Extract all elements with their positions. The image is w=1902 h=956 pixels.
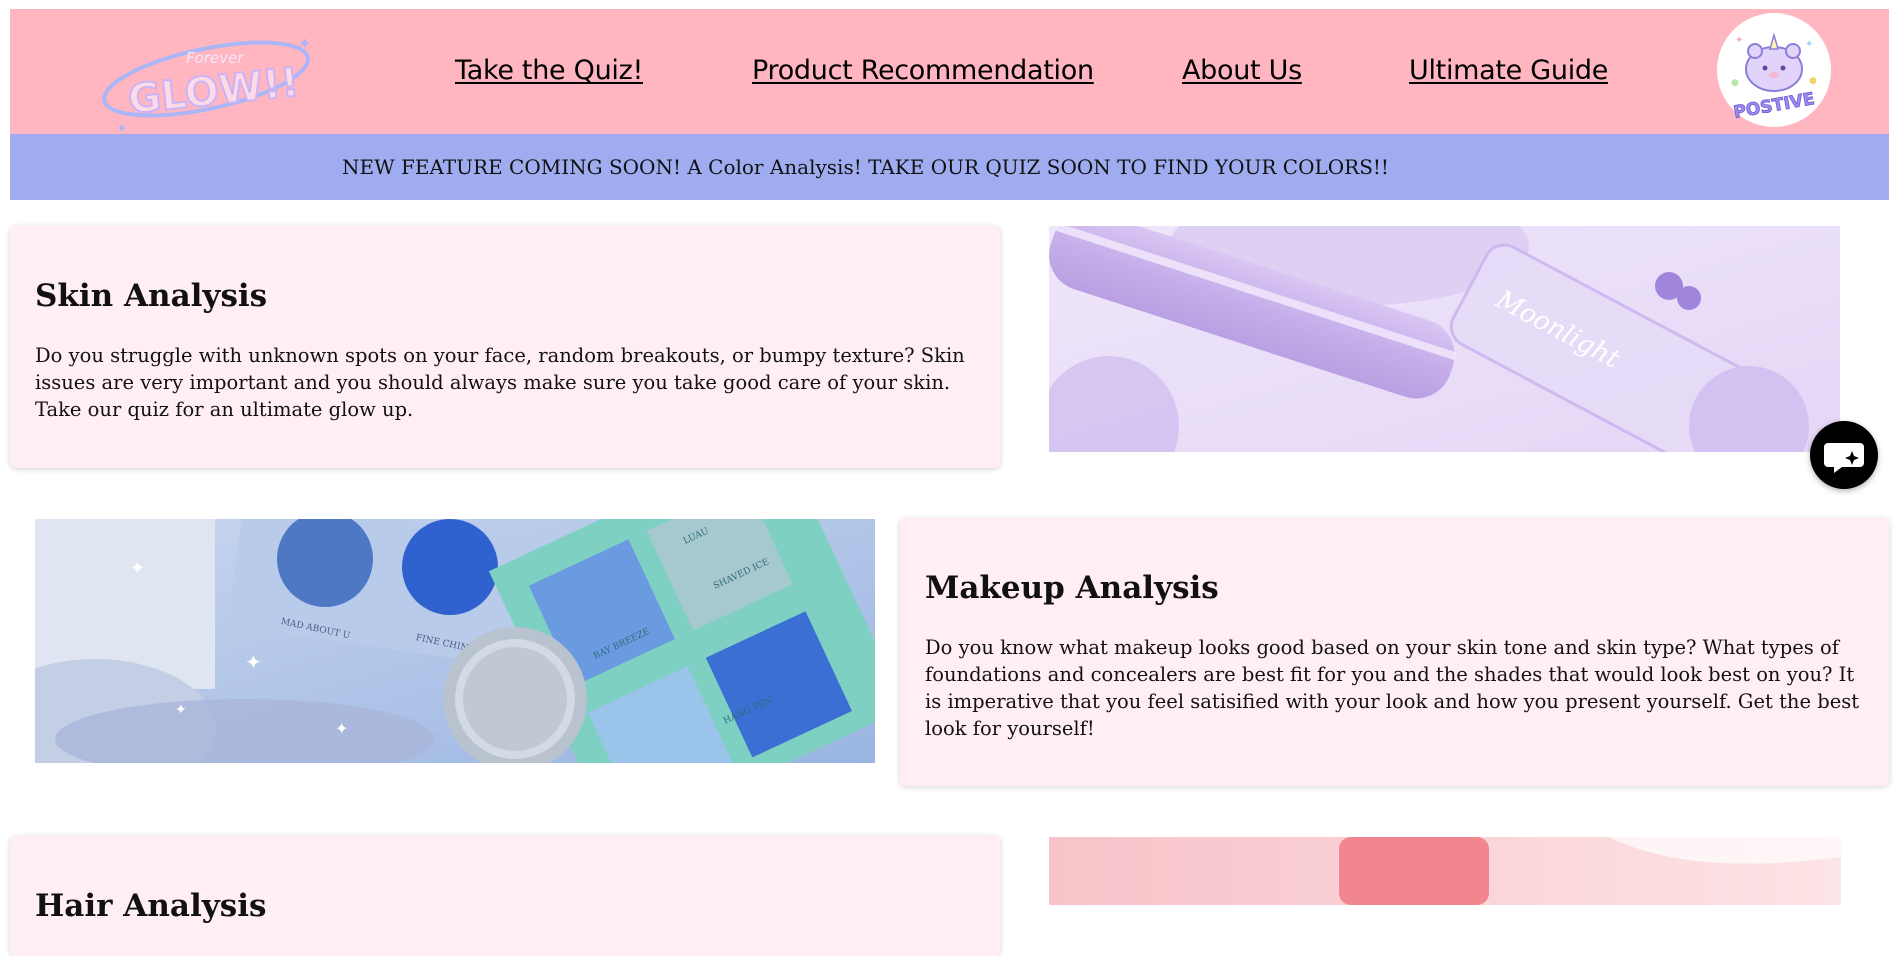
skin-analysis-title: Skin Analysis [35,278,268,314]
nav-about-us[interactable]: About Us [1182,55,1302,86]
hair-analysis-card: Hair Analysis [10,836,1000,956]
chat-button[interactable] [1810,421,1878,489]
makeup-analysis-text: Do you know what makeup looks good based… [925,636,1860,740]
nav-take-quiz[interactable]: Take the Quiz! [455,55,643,86]
svg-text:✦: ✦ [245,650,262,674]
announcement-text: NEW FEATURE COMING SOON! A Color Analysi… [342,155,1389,179]
lavender-cosmetics-image: Moonlight [1049,226,1840,452]
chat-bubble-sparkle-icon [1824,443,1864,473]
blue-eyeshadow-image: MAD ABOUT U FINE CHINA BAY BREEZE SHAVED… [35,519,875,763]
skin-analysis-text: Do you struggle with unknown spots on yo… [35,344,965,421]
postive-badge[interactable]: ✦ ✦ ● ● POSTIVE [1717,13,1831,127]
svg-text:✦: ✦ [335,719,348,738]
svg-text:✦: ✦ [1735,35,1743,46]
makeup-analysis-title: Makeup Analysis [925,570,1219,606]
hair-analysis-title: Hair Analysis [35,888,267,924]
svg-text:●: ● [1731,78,1739,88]
nav-product-recommendation[interactable]: Product Recommendation [752,55,1094,86]
svg-text:●: ● [1809,76,1817,86]
announcement-banner: NEW FEATURE COMING SOON! A Color Analysi… [10,134,1889,200]
main-nav: Take the Quiz! Product Recommendation Ab… [10,9,1889,134]
skin-analysis-card: Skin Analysis Do you struggle with unkno… [10,226,1000,468]
site-header: Forever GLOW!! ✦ ✦ Take the Quiz! Produc… [10,9,1889,137]
makeup-analysis-card: Makeup Analysis Do you know what makeup … [900,518,1889,786]
svg-text:✦: ✦ [1805,39,1813,50]
svg-text:✦: ✦ [130,558,145,579]
pink-product-image [1049,837,1841,905]
svg-text:✦: ✦ [175,702,187,718]
nav-ultimate-guide[interactable]: Ultimate Guide [1409,55,1608,86]
